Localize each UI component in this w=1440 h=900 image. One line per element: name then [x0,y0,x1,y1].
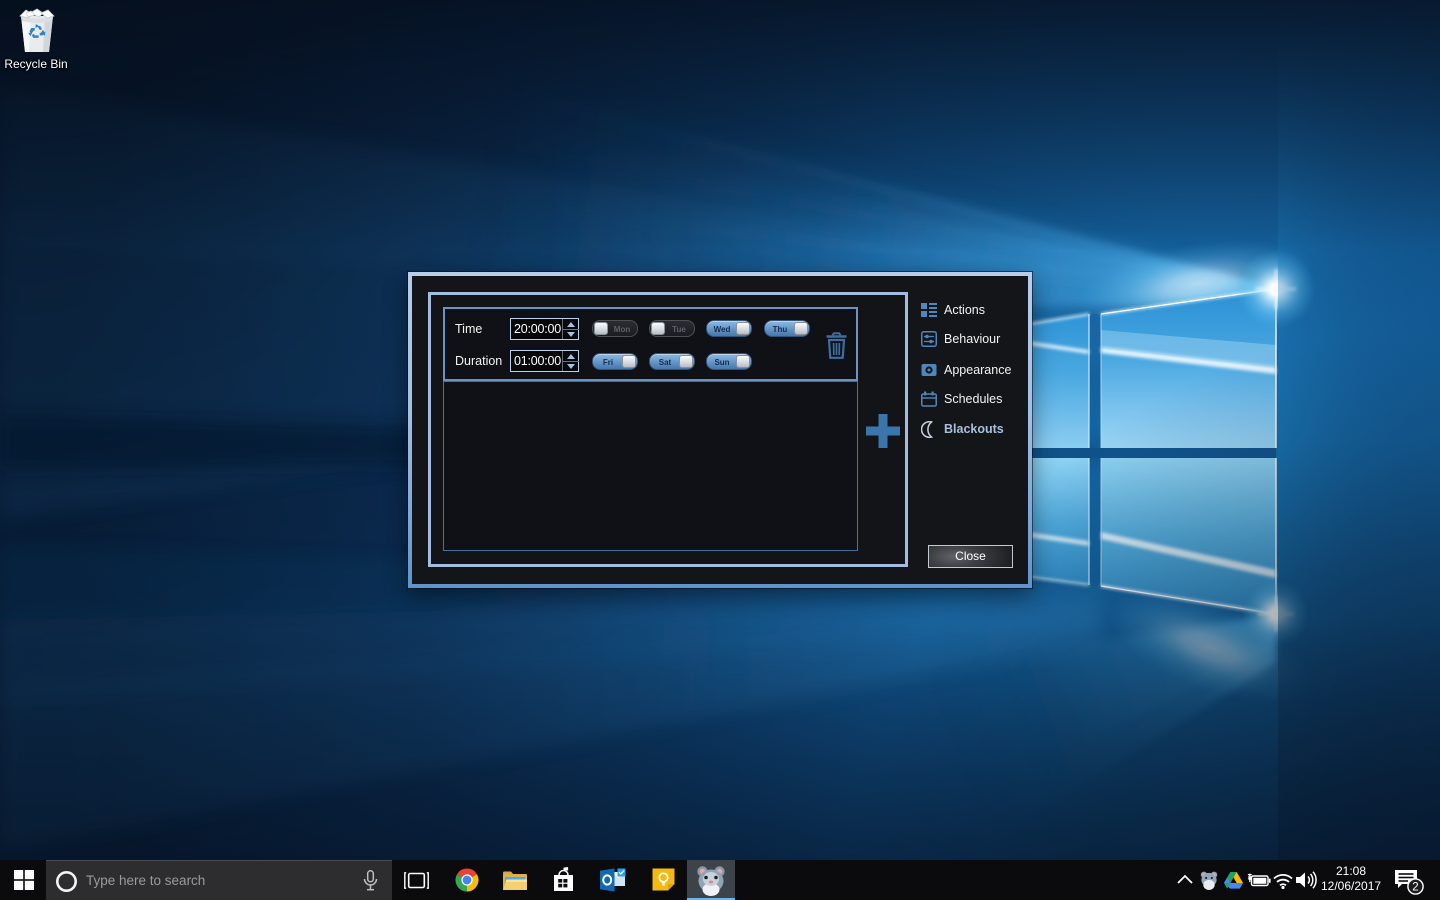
svg-text:2: 2 [1412,882,1418,894]
